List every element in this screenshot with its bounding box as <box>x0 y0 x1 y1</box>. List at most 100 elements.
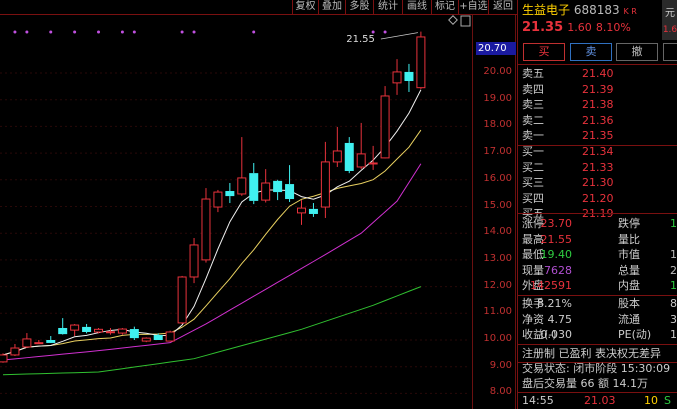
candle-body <box>70 324 80 331</box>
price-change: 1.60 <box>567 21 592 34</box>
ask-level-label: 卖五 <box>522 67 544 80</box>
axis-tick-label: 11.00 <box>483 306 512 318</box>
stat-row: 最低19.40市值17 <box>522 247 677 263</box>
stat-value: 17 <box>670 248 677 261</box>
stat-value: 23.70 <box>540 217 573 230</box>
stock-tags: 注册制 已盈利 表决权无差异 <box>522 347 661 360</box>
axis-tick-label: 17.00 <box>483 146 512 158</box>
ask-level[interactable]: 卖二 21.36 <box>522 113 614 129</box>
axis-tick-label: 12.00 <box>483 279 512 291</box>
kr-badge: K R <box>623 7 637 16</box>
candle-body <box>34 342 44 345</box>
stock-name: 生益电子 <box>522 3 571 17</box>
event-marker <box>97 30 101 34</box>
axis-tick-label: 13.00 <box>483 252 512 264</box>
axis-tick-label: 14.00 <box>483 226 512 238</box>
event-marker <box>25 30 29 34</box>
ask-level-price: 21.40 <box>582 67 614 80</box>
toolbar-button-7[interactable]: 返回 <box>488 0 517 14</box>
side-box-value: 1.6 <box>662 25 677 35</box>
stat-value: 11 <box>670 279 677 292</box>
toolbar-button-5[interactable]: 标记 <box>431 0 458 14</box>
bid-level[interactable]: 买四 21.20 <box>522 191 614 207</box>
divider <box>518 344 677 345</box>
more-button[interactable] <box>663 43 677 61</box>
stat-label: 股本 <box>618 297 640 310</box>
event-marker <box>383 30 387 34</box>
trade-status: 交易状态: 闭市阶段 15:30:09 <box>522 362 671 375</box>
toolbar-button-2[interactable]: 多股 <box>345 0 373 14</box>
stat-label: 内盘 <box>618 279 640 292</box>
candle-body <box>416 36 426 89</box>
ask-level-price: 21.39 <box>582 82 614 96</box>
panel-toggle-icon[interactable] <box>460 15 471 27</box>
candle-body <box>308 208 318 214</box>
stat-value: 1 <box>670 217 677 230</box>
candle-body <box>10 347 20 356</box>
toolbar-button-3[interactable]: 统计 <box>373 0 402 14</box>
bid-level-label: 买四 <box>522 191 544 205</box>
stat-value: 0.030 <box>540 328 573 341</box>
stock-header: 生益电子 688183 K R <box>522 2 637 18</box>
axis-tick-label: 9.00 <box>489 359 512 371</box>
candle-body <box>249 173 259 201</box>
tick-row: 14:55 21.03 10 S <box>522 393 677 409</box>
toolbar-button-4[interactable]: 画线 <box>402 0 431 14</box>
axis-tick-label: 10.00 <box>483 333 512 344</box>
stat-label: 流通 <box>618 312 640 326</box>
high-pointer <box>380 32 418 40</box>
tick-price: 21.03 <box>584 394 616 407</box>
ask-level[interactable]: 卖五 21.40 <box>522 66 614 82</box>
ask-level[interactable]: 卖一 21.35 <box>522 128 614 144</box>
diamond-icon[interactable] <box>448 15 458 25</box>
tick-side: S <box>664 394 671 407</box>
stat-value: 21.55 <box>540 232 573 246</box>
bid-level-label: 买三 <box>522 176 544 189</box>
candle-body <box>332 150 342 163</box>
stat-label: PE(动) <box>618 328 652 341</box>
stat-row: 收益(-) 0.030 PE(动) 1 <box>522 327 677 343</box>
stat-value: 1 <box>670 328 677 341</box>
axis-tick-label: 19.00 <box>483 92 512 104</box>
event-marker <box>73 30 77 34</box>
candlestick-chart[interactable]: 21.55 <box>0 0 472 409</box>
ask-level-price: 21.35 <box>582 129 614 142</box>
sell-button[interactable]: 卖 <box>570 43 612 61</box>
bid-level[interactable]: 买三 21.30 <box>522 175 614 191</box>
stat-value: 142591 <box>530 279 572 292</box>
ask-level-price: 21.38 <box>582 98 614 111</box>
toolbar-button-1[interactable]: 叠加 <box>318 0 345 14</box>
event-marker <box>252 30 256 34</box>
ask-level-label: 卖一 <box>522 129 544 142</box>
bid-level[interactable]: 买二 21.33 <box>522 160 614 176</box>
divider <box>518 213 677 214</box>
candle-body <box>46 340 56 343</box>
divider <box>518 145 677 146</box>
side-box[interactable]: 元 1.6 <box>662 0 677 40</box>
stat-row: 净资4.75 流通 3. <box>522 312 677 328</box>
high-price-label: 21.55 <box>346 34 375 45</box>
candle-body <box>320 161 330 208</box>
ask-level[interactable]: 卖四 21.39 <box>522 82 614 98</box>
cancel-button[interactable]: 撤 <box>616 43 658 61</box>
candle-body <box>141 337 151 342</box>
candle-body <box>213 191 223 208</box>
candle-body <box>225 191 235 197</box>
candle-body <box>165 331 175 342</box>
price-axis: 20.00 19.00 18.00 17.00 16.00 15.00 14.00 13.00… <box>472 15 516 409</box>
candle-body <box>297 207 306 214</box>
buy-button[interactable]: 买 <box>523 43 565 61</box>
toolbar-button-6[interactable]: +自选 <box>458 0 488 14</box>
axis-tick-label: 18.00 <box>483 119 512 131</box>
candle-body <box>273 180 283 193</box>
bid-level-price: 21.34 <box>582 145 614 158</box>
candle-body <box>201 198 211 261</box>
stat-value: 4.75 <box>547 312 573 326</box>
bid-level[interactable]: 买一 21.34 <box>522 144 614 160</box>
candle-body <box>392 71 402 84</box>
ask-level-label: 卖二 <box>522 113 544 127</box>
last-price: 21.35 <box>522 20 564 35</box>
ask-level[interactable]: 卖三 21.38 <box>522 97 614 113</box>
toolbar-button-0[interactable]: 复权 <box>292 0 318 14</box>
candle-body <box>356 153 366 168</box>
